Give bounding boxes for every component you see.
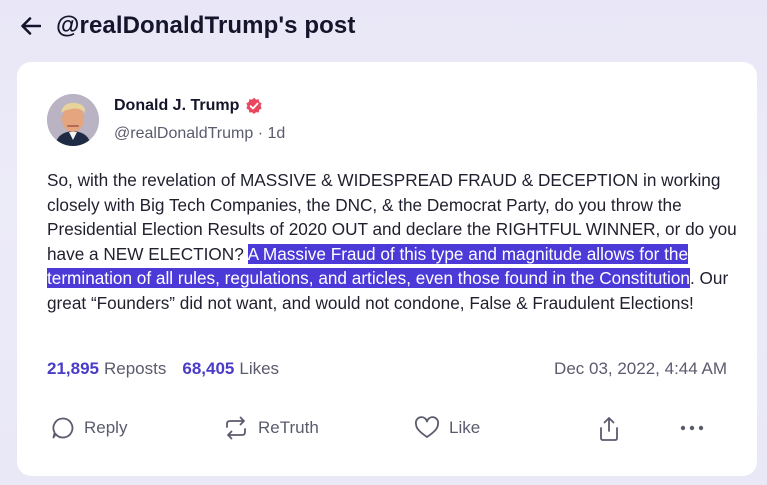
- page-title: @realDonaldTrump's post: [56, 12, 356, 39]
- reposts-stat[interactable]: 21,895 Reposts: [47, 359, 166, 379]
- post-date: Dec 03, 2022, 4:44 AM: [554, 359, 727, 378]
- like-button[interactable]: Like: [414, 416, 480, 440]
- like-icon: [415, 416, 439, 438]
- back-arrow-icon[interactable]: [20, 15, 42, 37]
- post-stats: 21,895 Reposts 68,405 Likes: [47, 359, 279, 379]
- likes-count: 68,405: [182, 359, 235, 378]
- post-card: Donald J. Trump @realDonaldTrump · 1d So…: [17, 62, 757, 476]
- retruth-label: ReTruth: [258, 418, 319, 437]
- retruth-icon: [226, 416, 246, 440]
- author-row: Donald J. Trump: [114, 97, 263, 115]
- reply-icon: [52, 417, 74, 439]
- reposts-label: Reposts: [104, 359, 167, 378]
- like-label: Like: [449, 418, 481, 437]
- likes-stat[interactable]: 68,405 Likes: [182, 359, 279, 379]
- share-button[interactable]: [597, 416, 621, 442]
- share-icon: [600, 417, 618, 441]
- more-options-button[interactable]: [679, 416, 705, 440]
- more-icon: [680, 425, 704, 431]
- author-name[interactable]: Donald J. Trump: [114, 97, 239, 115]
- post-body: So, with the revelation of MASSIVE & WID…: [47, 168, 737, 315]
- page-header: @realDonaldTrump's post: [20, 8, 355, 44]
- action-bar: Reply ReTruth Like: [51, 416, 727, 446]
- reposts-count: 21,895: [47, 359, 99, 378]
- likes-label: Likes: [239, 359, 280, 378]
- avatar[interactable]: [47, 94, 99, 146]
- author-handle: @realDonaldTrump · 1d: [114, 125, 286, 142]
- reply-button[interactable]: Reply: [51, 416, 127, 440]
- retruth-button[interactable]: ReTruth: [223, 416, 319, 440]
- reply-label: Reply: [84, 418, 128, 437]
- verified-badge-icon: [246, 97, 262, 114]
